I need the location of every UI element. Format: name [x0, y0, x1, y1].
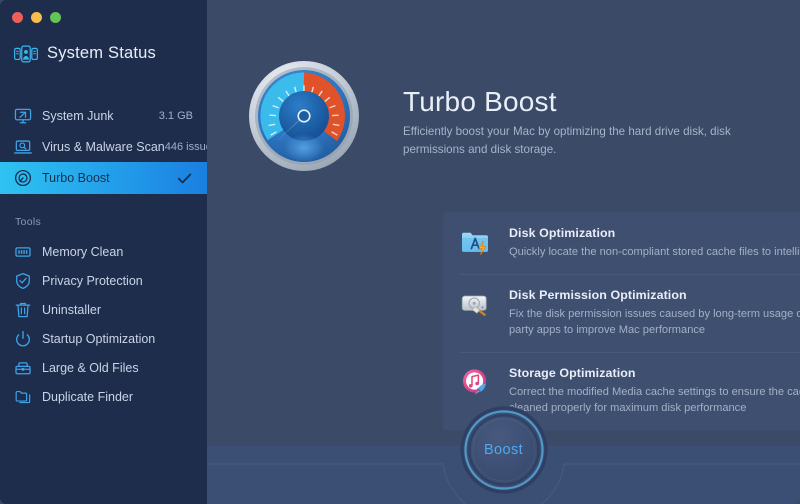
sidebar-item-memory-clean[interactable]: Memory Clean [0, 237, 207, 266]
startup-optimization-icon [14, 330, 32, 348]
minimize-button[interactable] [31, 12, 42, 23]
boost-label: Boost [484, 442, 523, 458]
list-item-body: Storage Optimization Correct the modifie… [509, 366, 800, 416]
check-icon [176, 170, 193, 187]
sidebar-item-turbo-boost[interactable]: Turbo Boost [0, 162, 207, 194]
list-item[interactable]: Disk Optimization Quickly locate the non… [443, 212, 800, 274]
list-item-description: Correct the modified Media cache setting… [509, 384, 800, 416]
sidebar-item-label: Privacy Protection [42, 274, 193, 288]
sidebar-item-virus-malware-scan[interactable]: Virus & Malware Scan 446 issues [0, 131, 207, 162]
sidebar-item-label: Uninstaller [42, 303, 193, 317]
page-subtitle: Efficiently boost your Mac by optimizing… [403, 123, 738, 159]
sidebar-item-label: Startup Optimization [42, 332, 193, 346]
list-item-title: Storage Optimization [509, 366, 800, 380]
main-content: Turbo Boost Efficiently boost your Mac b… [207, 0, 800, 504]
boost-button-wrap: Boost [459, 405, 549, 495]
sidebar-nav: System Junk 3.1 GB Virus & Malware Scan … [0, 100, 207, 411]
sidebar-item-label: Memory Clean [42, 245, 193, 259]
sidebar-item-label: System Junk [42, 109, 159, 123]
window-controls [12, 12, 61, 23]
system-status-icon [14, 45, 38, 63]
list-item-body: Disk Optimization Quickly locate the non… [509, 226, 800, 260]
uninstaller-icon [14, 301, 32, 319]
hero-text: Turbo Boost Efficiently boost your Mac b… [403, 56, 738, 159]
list-item-description: Fix the disk permission issues caused by… [509, 306, 800, 338]
duplicate-finder-icon [14, 388, 32, 406]
turbo-boost-icon [14, 169, 32, 187]
list-item-body: Disk Permission Optimization Fix the dis… [509, 288, 800, 338]
sidebar-item-label: Duplicate Finder [42, 390, 193, 404]
sidebar: System Status System Junk 3.1 GB [0, 0, 207, 504]
sidebar-item-large-old-files[interactable]: Large & Old Files [0, 353, 207, 382]
list-item[interactable]: Disk Permission Optimization Fix the dis… [443, 274, 800, 352]
memory-clean-icon [14, 243, 32, 261]
sidebar-item-meta: 446 issues [165, 141, 207, 153]
list-item-title: Disk Optimization [509, 226, 800, 240]
sidebar-item-label: Turbo Boost [42, 171, 176, 185]
system-junk-icon [14, 107, 32, 125]
zoom-button[interactable] [50, 12, 61, 23]
list-item-description: Quickly locate the non-compliant stored … [509, 244, 800, 260]
disk-optimization-icon [460, 227, 490, 257]
page-title: Turbo Boost [403, 87, 738, 116]
virus-scan-icon [14, 138, 32, 156]
close-button[interactable] [12, 12, 23, 23]
app-title: System Status [47, 44, 156, 63]
disk-permission-icon [460, 289, 490, 319]
sidebar-item-startup-optimization[interactable]: Startup Optimization [0, 324, 207, 353]
sidebar-item-meta: 3.1 GB [159, 110, 193, 122]
hero-section: Turbo Boost Efficiently boost your Mac b… [244, 56, 738, 176]
sidebar-item-label: Large & Old Files [42, 361, 193, 375]
sidebar-item-privacy-protection[interactable]: Privacy Protection [0, 266, 207, 295]
storage-optimization-icon [460, 367, 490, 397]
list-item-title: Disk Permission Optimization [509, 288, 800, 302]
large-old-files-icon [14, 359, 32, 377]
sidebar-item-label: Virus & Malware Scan [42, 140, 165, 154]
boost-button[interactable]: Boost [459, 405, 549, 495]
sidebar-item-uninstaller[interactable]: Uninstaller [0, 295, 207, 324]
tools-section-header: Tools [0, 216, 207, 228]
speedometer-gauge-icon [244, 56, 364, 176]
optimization-options-list: Disk Optimization Quickly locate the non… [443, 212, 800, 430]
app-window: System Status System Junk 3.1 GB [0, 0, 800, 504]
app-brand: System Status [14, 44, 156, 63]
sidebar-item-system-junk[interactable]: System Junk 3.1 GB [0, 100, 207, 131]
privacy-protection-icon [14, 272, 32, 290]
sidebar-item-duplicate-finder[interactable]: Duplicate Finder [0, 382, 207, 411]
